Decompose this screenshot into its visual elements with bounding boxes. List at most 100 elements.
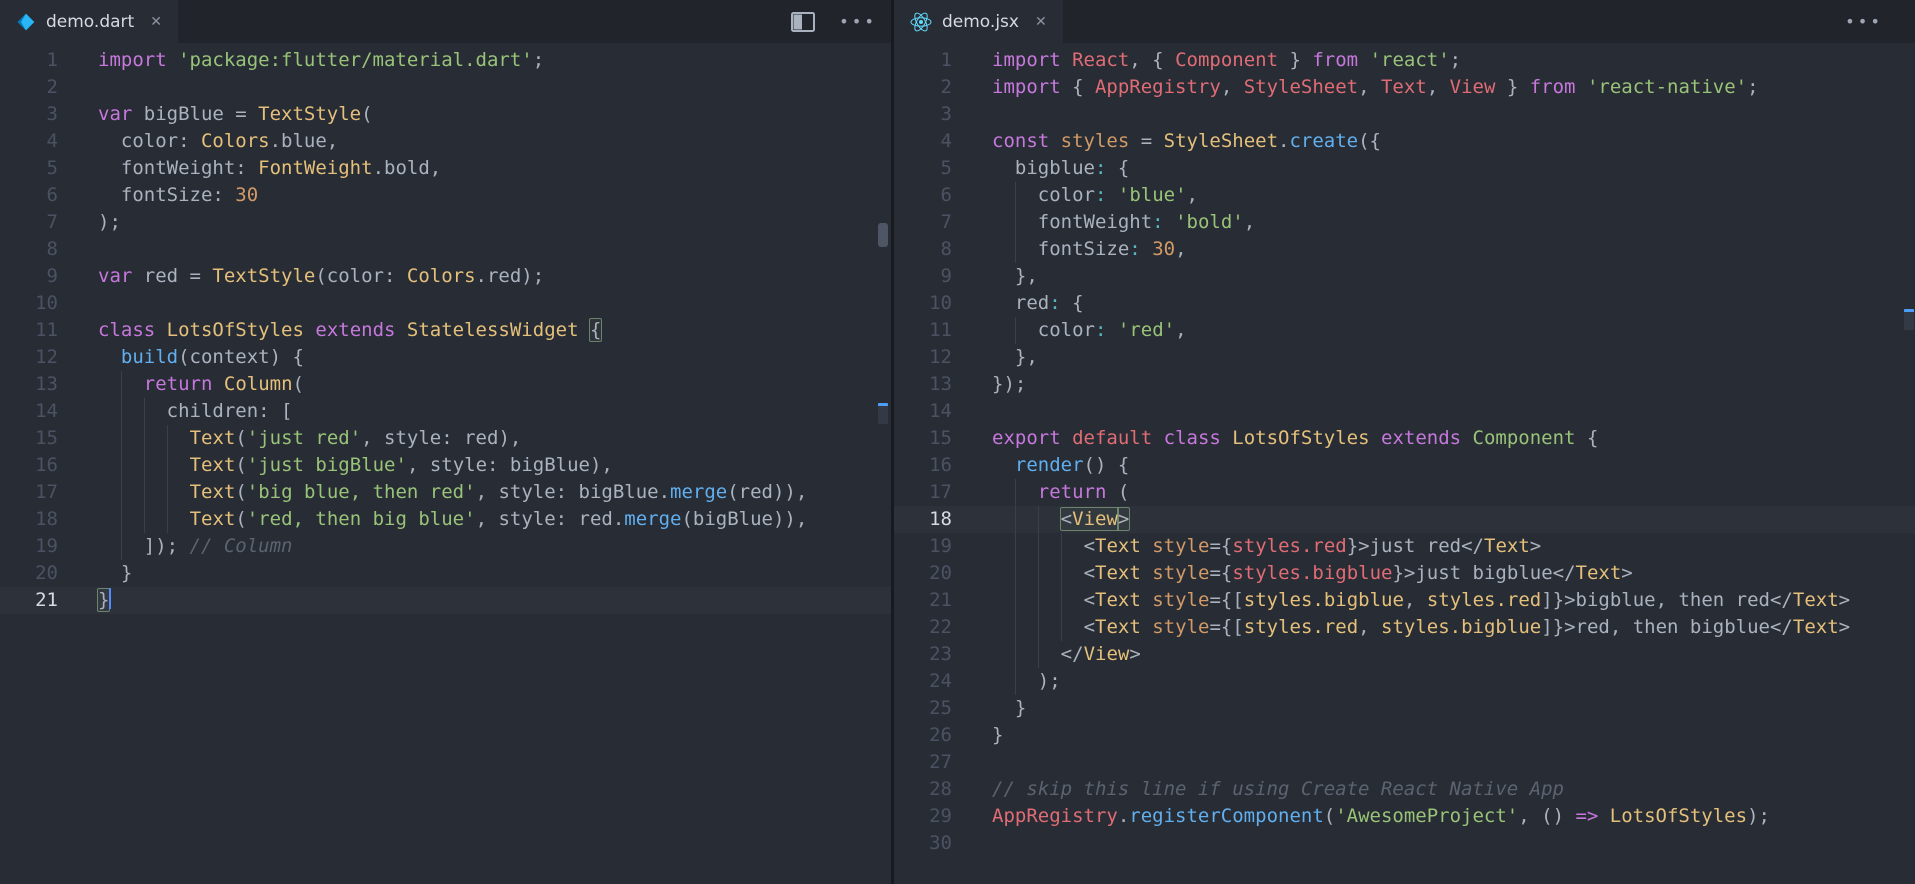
line-number[interactable]: 12 — [894, 344, 952, 371]
code-line[interactable]: 6 color: 'blue', — [894, 182, 1915, 209]
line-number[interactable]: 13 — [894, 371, 952, 398]
code-line[interactable]: 12 }, — [894, 344, 1915, 371]
line-number[interactable]: 10 — [0, 290, 58, 317]
line-number[interactable]: 18 — [0, 506, 58, 533]
line-number[interactable]: 17 — [0, 479, 58, 506]
line-number[interactable]: 16 — [0, 452, 58, 479]
line-number[interactable]: 11 — [894, 317, 952, 344]
code-line[interactable]: 6 fontSize: 30 — [0, 182, 891, 209]
line-number[interactable]: 21 — [894, 587, 952, 614]
editor-dart[interactable]: 1import 'package:flutter/material.dart';… — [0, 43, 891, 884]
code-line[interactable]: 9 }, — [894, 263, 1915, 290]
line-number[interactable]: 12 — [0, 344, 58, 371]
line-number[interactable]: 29 — [894, 803, 952, 830]
line-number[interactable]: 20 — [894, 560, 952, 587]
line-number[interactable]: 13 — [0, 371, 58, 398]
code-line[interactable]: 15export default class LotsOfStyles exte… — [894, 425, 1915, 452]
code-line[interactable]: 11 color: 'red', — [894, 317, 1915, 344]
code-line[interactable]: 21} — [0, 587, 891, 614]
code-line[interactable]: 29AppRegistry.registerComponent('Awesome… — [894, 803, 1915, 830]
code-line[interactable]: 25 } — [894, 695, 1915, 722]
line-number[interactable]: 6 — [0, 182, 58, 209]
line-number[interactable]: 8 — [894, 236, 952, 263]
code-line[interactable]: 4const styles = StyleSheet.create({ — [894, 128, 1915, 155]
code-line[interactable]: 20 } — [0, 560, 891, 587]
scrollbar-right[interactable] — [1901, 43, 1915, 884]
code-line[interactable]: 15 Text('just red', style: red), — [0, 425, 891, 452]
code-line[interactable]: 17 Text('big blue, then red', style: big… — [0, 479, 891, 506]
line-number[interactable]: 17 — [894, 479, 952, 506]
code-line[interactable]: 19 ]); // Column — [0, 533, 891, 560]
line-number[interactable]: 25 — [894, 695, 952, 722]
more-icon[interactable]: ••• — [839, 14, 877, 30]
code-line[interactable]: 24 ); — [894, 668, 1915, 695]
line-number[interactable]: 15 — [894, 425, 952, 452]
code-line[interactable]: 21 <Text style={[styles.bigblue, styles.… — [894, 587, 1915, 614]
code-line[interactable]: 7 fontWeight: 'bold', — [894, 209, 1915, 236]
code-line[interactable]: 5 fontWeight: FontWeight.bold, — [0, 155, 891, 182]
code-line[interactable]: 3 — [894, 101, 1915, 128]
line-number[interactable]: 30 — [894, 830, 952, 857]
tab-demo-dart[interactable]: demo.dart ✕ — [0, 0, 178, 43]
line-number[interactable]: 27 — [894, 749, 952, 776]
code-line[interactable]: 14 — [894, 398, 1915, 425]
code-line[interactable]: 13}); — [894, 371, 1915, 398]
line-number[interactable]: 5 — [0, 155, 58, 182]
code-line[interactable]: 7); — [0, 209, 891, 236]
code-line[interactable]: 1import React, { Component } from 'react… — [894, 47, 1915, 74]
code-line[interactable]: 8 — [0, 236, 891, 263]
code-line[interactable]: 22 <Text style={[styles.red, styles.bigb… — [894, 614, 1915, 641]
code-line[interactable]: 16 render() { — [894, 452, 1915, 479]
line-number[interactable]: 28 — [894, 776, 952, 803]
tab-demo-jsx[interactable]: demo.jsx ✕ — [894, 0, 1063, 43]
code-line[interactable]: 10 — [0, 290, 891, 317]
code-line[interactable]: 9var red = TextStyle(color: Colors.red); — [0, 263, 891, 290]
code-line[interactable]: 16 Text('just bigBlue', style: bigBlue), — [0, 452, 891, 479]
code-line[interactable]: 14 children: [ — [0, 398, 891, 425]
line-number[interactable]: 14 — [894, 398, 952, 425]
code-line[interactable]: 18 <View> — [894, 506, 1915, 533]
line-number[interactable]: 8 — [0, 236, 58, 263]
code-line[interactable]: 23 </View> — [894, 641, 1915, 668]
line-number[interactable]: 7 — [894, 209, 952, 236]
code-line[interactable]: 18 Text('red, then big blue', style: red… — [0, 506, 891, 533]
more-icon[interactable]: ••• — [1845, 14, 1883, 30]
code-line[interactable]: 13 return Column( — [0, 371, 891, 398]
line-number[interactable]: 3 — [894, 101, 952, 128]
code-line[interactable]: 11class LotsOfStyles extends StatelessWi… — [0, 317, 891, 344]
code-line[interactable]: 8 fontSize: 30, — [894, 236, 1915, 263]
line-number[interactable]: 19 — [894, 533, 952, 560]
line-number[interactable]: 18 — [894, 506, 952, 533]
line-number[interactable]: 6 — [894, 182, 952, 209]
line-number[interactable]: 1 — [894, 47, 952, 74]
line-number[interactable]: 4 — [0, 128, 58, 155]
line-number[interactable]: 9 — [894, 263, 952, 290]
code-line[interactable]: 2import { AppRegistry, StyleSheet, Text,… — [894, 74, 1915, 101]
close-icon[interactable]: ✕ — [1035, 14, 1047, 30]
code-line[interactable]: 12 build(context) { — [0, 344, 891, 371]
line-number[interactable]: 5 — [894, 155, 952, 182]
line-number[interactable]: 2 — [894, 74, 952, 101]
code-line[interactable]: 5 bigblue: { — [894, 155, 1915, 182]
code-line[interactable]: 4 color: Colors.blue, — [0, 128, 891, 155]
code-line[interactable]: 1import 'package:flutter/material.dart'; — [0, 47, 891, 74]
line-number[interactable]: 4 — [894, 128, 952, 155]
code-line[interactable]: 17 return ( — [894, 479, 1915, 506]
line-number[interactable]: 16 — [894, 452, 952, 479]
line-number[interactable]: 22 — [894, 614, 952, 641]
line-number[interactable]: 2 — [0, 74, 58, 101]
code-line[interactable]: 20 <Text style={styles.bigblue}>just big… — [894, 560, 1915, 587]
line-number[interactable]: 11 — [0, 317, 58, 344]
code-line[interactable]: 10 red: { — [894, 290, 1915, 317]
line-number[interactable]: 7 — [0, 209, 58, 236]
line-number[interactable]: 14 — [0, 398, 58, 425]
line-number[interactable]: 9 — [0, 263, 58, 290]
code-line[interactable]: 27 — [894, 749, 1915, 776]
line-number[interactable]: 15 — [0, 425, 58, 452]
line-number[interactable]: 21 — [0, 587, 58, 614]
split-editor-icon[interactable] — [791, 12, 815, 32]
line-number[interactable]: 26 — [894, 722, 952, 749]
editor-jsx[interactable]: 1import React, { Component } from 'react… — [894, 43, 1915, 884]
code-line[interactable]: 19 <Text style={styles.red}>just red</Te… — [894, 533, 1915, 560]
code-line[interactable]: 2 — [0, 74, 891, 101]
